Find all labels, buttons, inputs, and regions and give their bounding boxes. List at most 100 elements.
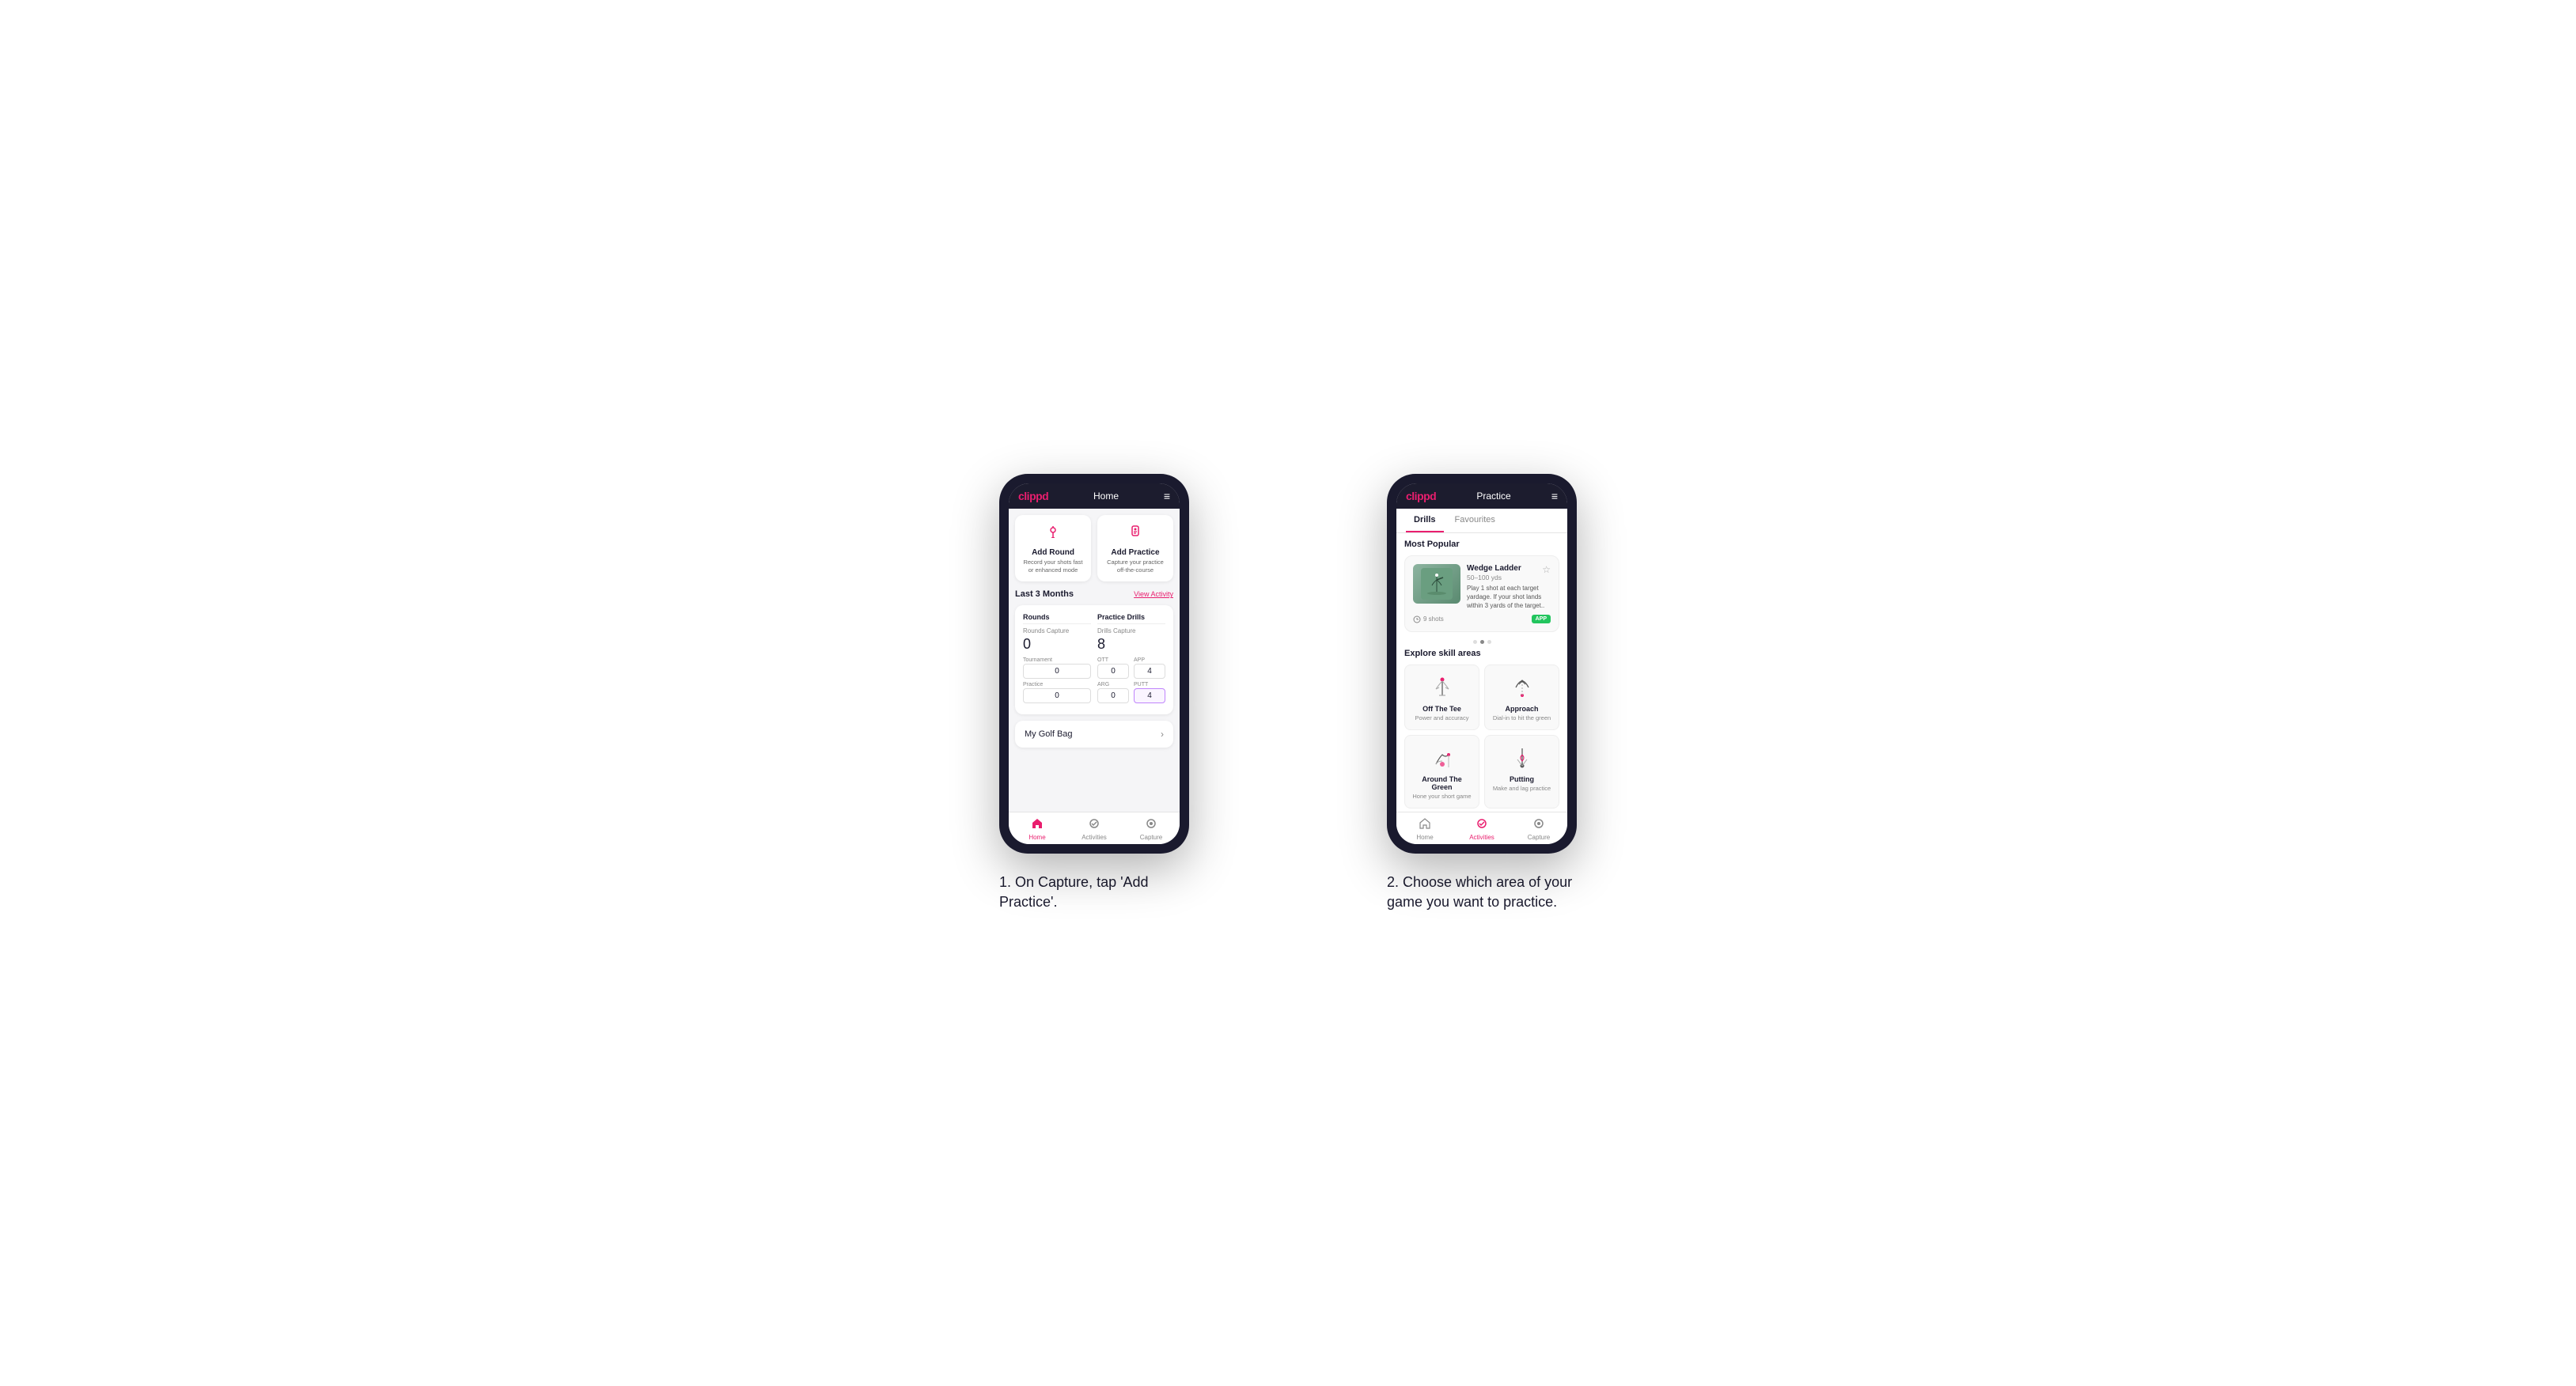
golf-bag-row[interactable]: My Golf Bag › — [1015, 721, 1173, 748]
phone1-nav: Home Activities — [1009, 812, 1180, 844]
featured-card-inner: Wedge Ladder 50–100 yds Play 1 shot at e… — [1413, 564, 1551, 611]
nav-activities[interactable]: Activities — [1066, 817, 1123, 841]
skill-around-the-green[interactable]: Around The Green Hone your short game — [1404, 735, 1479, 808]
drills-capture-label: Drills Capture — [1097, 627, 1165, 634]
phone2-nav: Home Activities — [1396, 812, 1567, 844]
phone-2-frame: clippd Practice ≡ Drills Favourites Most… — [1387, 474, 1577, 854]
page-container: clippd Home ≡ — [932, 474, 1644, 912]
phone1-menu-icon[interactable]: ≡ — [1164, 490, 1170, 502]
arg-value: 0 — [1097, 688, 1129, 703]
featured-card-title: Wedge Ladder — [1467, 564, 1551, 573]
drills-col: Practice Drills Drills Capture 8 OTT 0 — [1097, 613, 1165, 706]
featured-card[interactable]: ☆ — [1404, 555, 1559, 633]
tournament-label: Tournament — [1023, 657, 1091, 663]
most-popular-title: Most Popular — [1404, 540, 1559, 549]
golf-bag-chevron-icon: › — [1161, 729, 1164, 740]
app-value: 4 — [1134, 664, 1165, 679]
rounds-col: Rounds Rounds Capture 0 Tournament 0 — [1023, 613, 1091, 706]
add-round-card[interactable]: Add Round Record your shots fast or enha… — [1015, 515, 1091, 582]
nav2-home[interactable]: Home — [1396, 817, 1453, 841]
explore-title: Explore skill areas — [1404, 649, 1559, 658]
putting-desc: Make and lag practice — [1491, 785, 1552, 792]
practice-stat-row: Practice 0 — [1023, 682, 1091, 703]
putt-box: PUTT 4 — [1134, 682, 1165, 703]
nav-capture[interactable]: Capture — [1123, 817, 1180, 841]
drills-col-title: Practice Drills — [1097, 613, 1165, 624]
dot-2[interactable] — [1480, 640, 1484, 644]
skill-off-the-tee[interactable]: Off The Tee Power and accuracy — [1404, 665, 1479, 730]
app-box: APP 4 — [1134, 657, 1165, 679]
nav2-capture[interactable]: Capture — [1510, 817, 1567, 841]
phone2-header-title: Practice — [1476, 490, 1510, 502]
approach-desc: Dial-in to hit the green — [1491, 714, 1552, 721]
ott-app-row: OTT 0 APP 4 — [1097, 657, 1165, 679]
arg-label: ARG — [1097, 682, 1129, 687]
phone-1-screen: clippd Home ≡ — [1009, 483, 1180, 844]
action-cards: Add Round Record your shots fast or enha… — [1015, 515, 1173, 582]
add-practice-desc: Capture your practice off-the-course — [1104, 559, 1167, 574]
featured-thumbnail — [1413, 564, 1460, 604]
skill-approach[interactable]: Approach Dial-in to hit the green — [1484, 665, 1559, 730]
phone2-menu-icon[interactable]: ≡ — [1551, 490, 1558, 502]
phone2-logo: clippd — [1406, 490, 1436, 502]
nav-home[interactable]: Home — [1009, 817, 1066, 841]
add-practice-card[interactable]: Add Practice Capture your practice off-t… — [1097, 515, 1173, 582]
phone1-content: Add Round Record your shots fast or enha… — [1009, 509, 1180, 812]
golf-bag-label: My Golf Bag — [1025, 729, 1073, 739]
nav2-activities[interactable]: Activities — [1453, 817, 1510, 841]
practice-box: Practice 0 — [1023, 682, 1091, 703]
phone-1-frame: clippd Home ≡ — [999, 474, 1189, 854]
view-activity-link[interactable]: View Activity — [1134, 590, 1173, 598]
rounds-stat-row: Tournament 0 — [1023, 657, 1091, 679]
tabs-row: Drills Favourites — [1396, 509, 1567, 533]
home-icon — [1031, 817, 1044, 832]
dot-3[interactable] — [1487, 640, 1491, 644]
drills-capture-value: 8 — [1097, 636, 1165, 653]
phone-2-screen: clippd Practice ≡ Drills Favourites Most… — [1396, 483, 1567, 844]
dot-1[interactable] — [1473, 640, 1477, 644]
putt-label: PUTT — [1134, 682, 1165, 687]
practice-label: Practice — [1023, 682, 1091, 687]
nav-capture-label: Capture — [1140, 834, 1162, 841]
star-icon[interactable]: ☆ — [1542, 564, 1551, 575]
nav-home-label: Home — [1029, 834, 1045, 841]
putt-value: 4 — [1134, 688, 1165, 703]
phone2-caption: 2. Choose which area of your game you wa… — [1387, 873, 1577, 912]
skill-putting[interactable]: Putting Make and lag practice — [1484, 735, 1559, 808]
arg-putt-row: ARG 0 PUTT 4 — [1097, 682, 1165, 703]
phone-1-section: clippd Home ≡ — [932, 474, 1256, 912]
shots-count: 9 shots — [1423, 615, 1444, 623]
phone2-header: clippd Practice ≡ — [1396, 483, 1567, 509]
atg-name: Around The Green — [1411, 775, 1472, 791]
putting-illustration — [1491, 744, 1552, 772]
off-the-tee-desc: Power and accuracy — [1411, 714, 1472, 721]
tournament-box: Tournament 0 — [1023, 657, 1091, 679]
featured-card-subtitle: 50–100 yds — [1467, 574, 1551, 581]
tab-favourites[interactable]: Favourites — [1447, 509, 1503, 532]
add-round-desc: Record your shots fast or enhanced mode — [1021, 559, 1085, 574]
stats-card: Rounds Rounds Capture 0 Tournament 0 — [1015, 605, 1173, 714]
putting-name: Putting — [1491, 775, 1552, 783]
app-badge: APP — [1532, 615, 1551, 623]
capture-icon — [1145, 817, 1157, 832]
phone1-header: clippd Home ≡ — [1009, 483, 1180, 509]
card-footer: 9 shots APP — [1413, 615, 1551, 623]
rounds-capture-label: Rounds Capture — [1023, 627, 1091, 634]
tab-drills[interactable]: Drills — [1406, 509, 1444, 532]
tournament-value: 0 — [1023, 664, 1091, 679]
practice-content: Drills Favourites Most Popular ☆ — [1396, 509, 1567, 812]
home2-icon — [1419, 817, 1431, 832]
carousel-dots — [1404, 640, 1559, 644]
approach-name: Approach — [1491, 705, 1552, 713]
rounds-capture-value: 0 — [1023, 636, 1091, 653]
atg-illustration — [1411, 744, 1472, 772]
featured-card-desc: Play 1 shot at each target yardage. If y… — [1467, 584, 1551, 611]
nav2-home-label: Home — [1416, 834, 1433, 841]
add-practice-icon — [1104, 523, 1167, 545]
ott-value: 0 — [1097, 664, 1129, 679]
activities-icon — [1088, 817, 1100, 832]
stats-title: Last 3 Months — [1015, 589, 1074, 599]
phone1-header-title: Home — [1093, 490, 1119, 502]
off-the-tee-illustration — [1411, 673, 1472, 702]
stats-grid: Rounds Rounds Capture 0 Tournament 0 — [1023, 613, 1165, 706]
